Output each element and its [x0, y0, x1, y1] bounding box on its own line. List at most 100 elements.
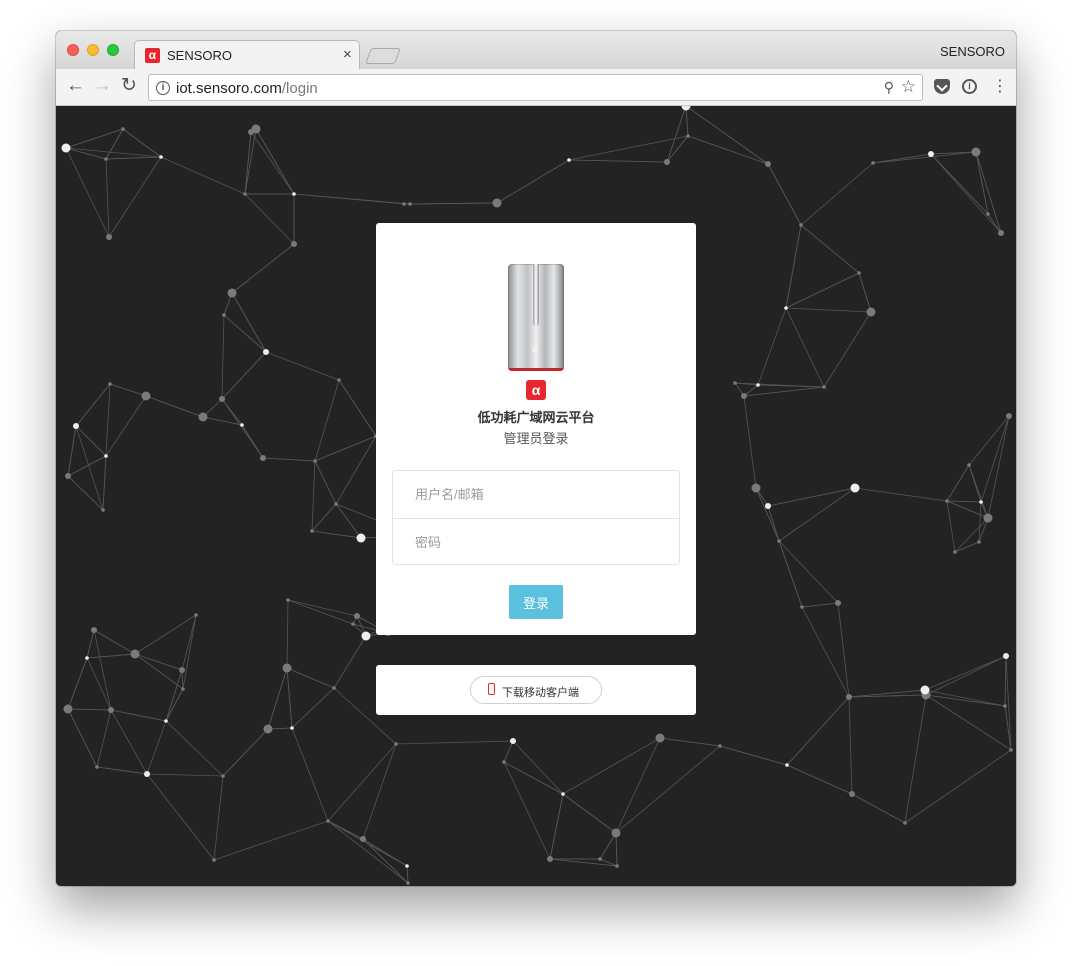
network-line: [110, 709, 167, 722]
network-line: [980, 415, 1010, 503]
network-node: [1003, 653, 1009, 659]
network-line: [221, 314, 225, 400]
network-node: [799, 223, 803, 227]
network-node: [785, 763, 789, 767]
forward-icon[interactable]: →: [93, 76, 112, 96]
network-node: [920, 685, 930, 695]
network-line: [314, 460, 337, 505]
network-node: [198, 412, 208, 422]
network-node: [292, 192, 296, 196]
network-line: [244, 193, 295, 245]
network-line: [65, 147, 162, 158]
login-card: α α 低功耗广域网云平台 管理员登录 登录: [376, 223, 696, 635]
network-line: [549, 858, 618, 867]
network-line: [327, 743, 397, 822]
reload-icon[interactable]: ↻: [121, 76, 137, 96]
network-node: [718, 744, 722, 748]
network-line: [286, 667, 293, 729]
network-line: [65, 147, 110, 238]
username-input[interactable]: [393, 471, 679, 518]
network-node: [756, 383, 760, 387]
network-line: [67, 708, 112, 711]
network-line: [946, 500, 982, 503]
sensoro-favicon-icon: α: [145, 48, 160, 63]
network-node: [291, 241, 297, 247]
url-text[interactable]: iot.sensoro.com/login: [176, 80, 318, 97]
window-maximize-button[interactable]: [107, 44, 119, 56]
network-node: [361, 631, 371, 641]
network-line: [930, 153, 1002, 234]
network-line: [503, 761, 551, 860]
network-line: [512, 740, 564, 795]
network-node: [394, 742, 398, 746]
network-node: [212, 858, 216, 862]
bookmark-star-icon[interactable]: ☆: [901, 77, 916, 97]
network-line: [823, 311, 872, 388]
download-app-button[interactable]: 下载移动客户端: [470, 676, 602, 704]
network-line: [785, 307, 825, 388]
network-line: [213, 775, 224, 861]
tab-close-icon[interactable]: ×: [343, 46, 352, 63]
network-node: [194, 613, 198, 617]
network-node: [598, 857, 602, 861]
network-node: [159, 155, 163, 159]
new-tab-button[interactable]: [365, 48, 401, 64]
phone-icon: [488, 683, 495, 695]
network-node: [561, 792, 565, 796]
network-node: [953, 550, 957, 554]
download-app-label: 下载移动客户端: [502, 687, 579, 699]
network-node: [871, 161, 875, 165]
network-line: [743, 386, 825, 397]
network-line: [858, 272, 872, 313]
network-node: [849, 791, 855, 797]
network-line: [975, 151, 989, 215]
browser-toolbar: ← → ↻ i iot.sensoro.com/login ⚲ ☆ i ⋮: [56, 69, 1016, 106]
browser-menu-icon[interactable]: ⋮: [992, 77, 1008, 97]
network-node: [332, 686, 336, 690]
device-logo: α: [532, 344, 538, 354]
network-line: [165, 720, 224, 777]
network-line: [987, 415, 1010, 519]
network-line: [145, 395, 204, 418]
onepassword-extension-icon[interactable]: i: [962, 79, 977, 94]
window-close-button[interactable]: [67, 44, 79, 56]
network-node: [406, 881, 410, 885]
back-icon[interactable]: ←: [66, 76, 85, 96]
network-line: [743, 395, 757, 489]
browser-tab[interactable]: α SENSORO ×: [134, 40, 360, 69]
network-node: [777, 539, 781, 543]
network-line: [75, 383, 111, 427]
network-line: [105, 383, 111, 457]
network-line: [968, 415, 1010, 466]
device-groove: [533, 264, 539, 326]
network-line: [968, 464, 982, 503]
network-line: [223, 314, 267, 353]
network-line: [562, 737, 661, 795]
network-node: [313, 459, 317, 463]
network-node: [73, 423, 79, 429]
password-input[interactable]: [393, 519, 679, 566]
login-button[interactable]: 登录: [509, 585, 563, 619]
network-node: [130, 649, 140, 659]
profile-name[interactable]: SENSORO: [940, 44, 1005, 59]
network-line: [755, 487, 780, 542]
network-line: [1005, 655, 1012, 751]
network-node: [181, 687, 185, 691]
network-line: [395, 740, 514, 745]
network-node: [65, 473, 71, 479]
network-line: [615, 745, 721, 834]
network-line: [954, 517, 989, 553]
network-line: [335, 435, 377, 505]
network-node: [822, 385, 826, 389]
network-node: [290, 726, 294, 730]
network-line: [250, 131, 295, 195]
site-info-icon[interactable]: i: [156, 81, 170, 95]
pocket-extension-icon[interactable]: [934, 79, 950, 94]
address-bar[interactable]: i iot.sensoro.com/login ⚲ ☆: [148, 74, 923, 101]
network-line: [954, 541, 980, 553]
key-icon[interactable]: ⚲: [884, 79, 894, 96]
network-line: [262, 457, 316, 462]
network-node: [334, 502, 338, 506]
network-node: [733, 381, 737, 385]
window-minimize-button[interactable]: [87, 44, 99, 56]
